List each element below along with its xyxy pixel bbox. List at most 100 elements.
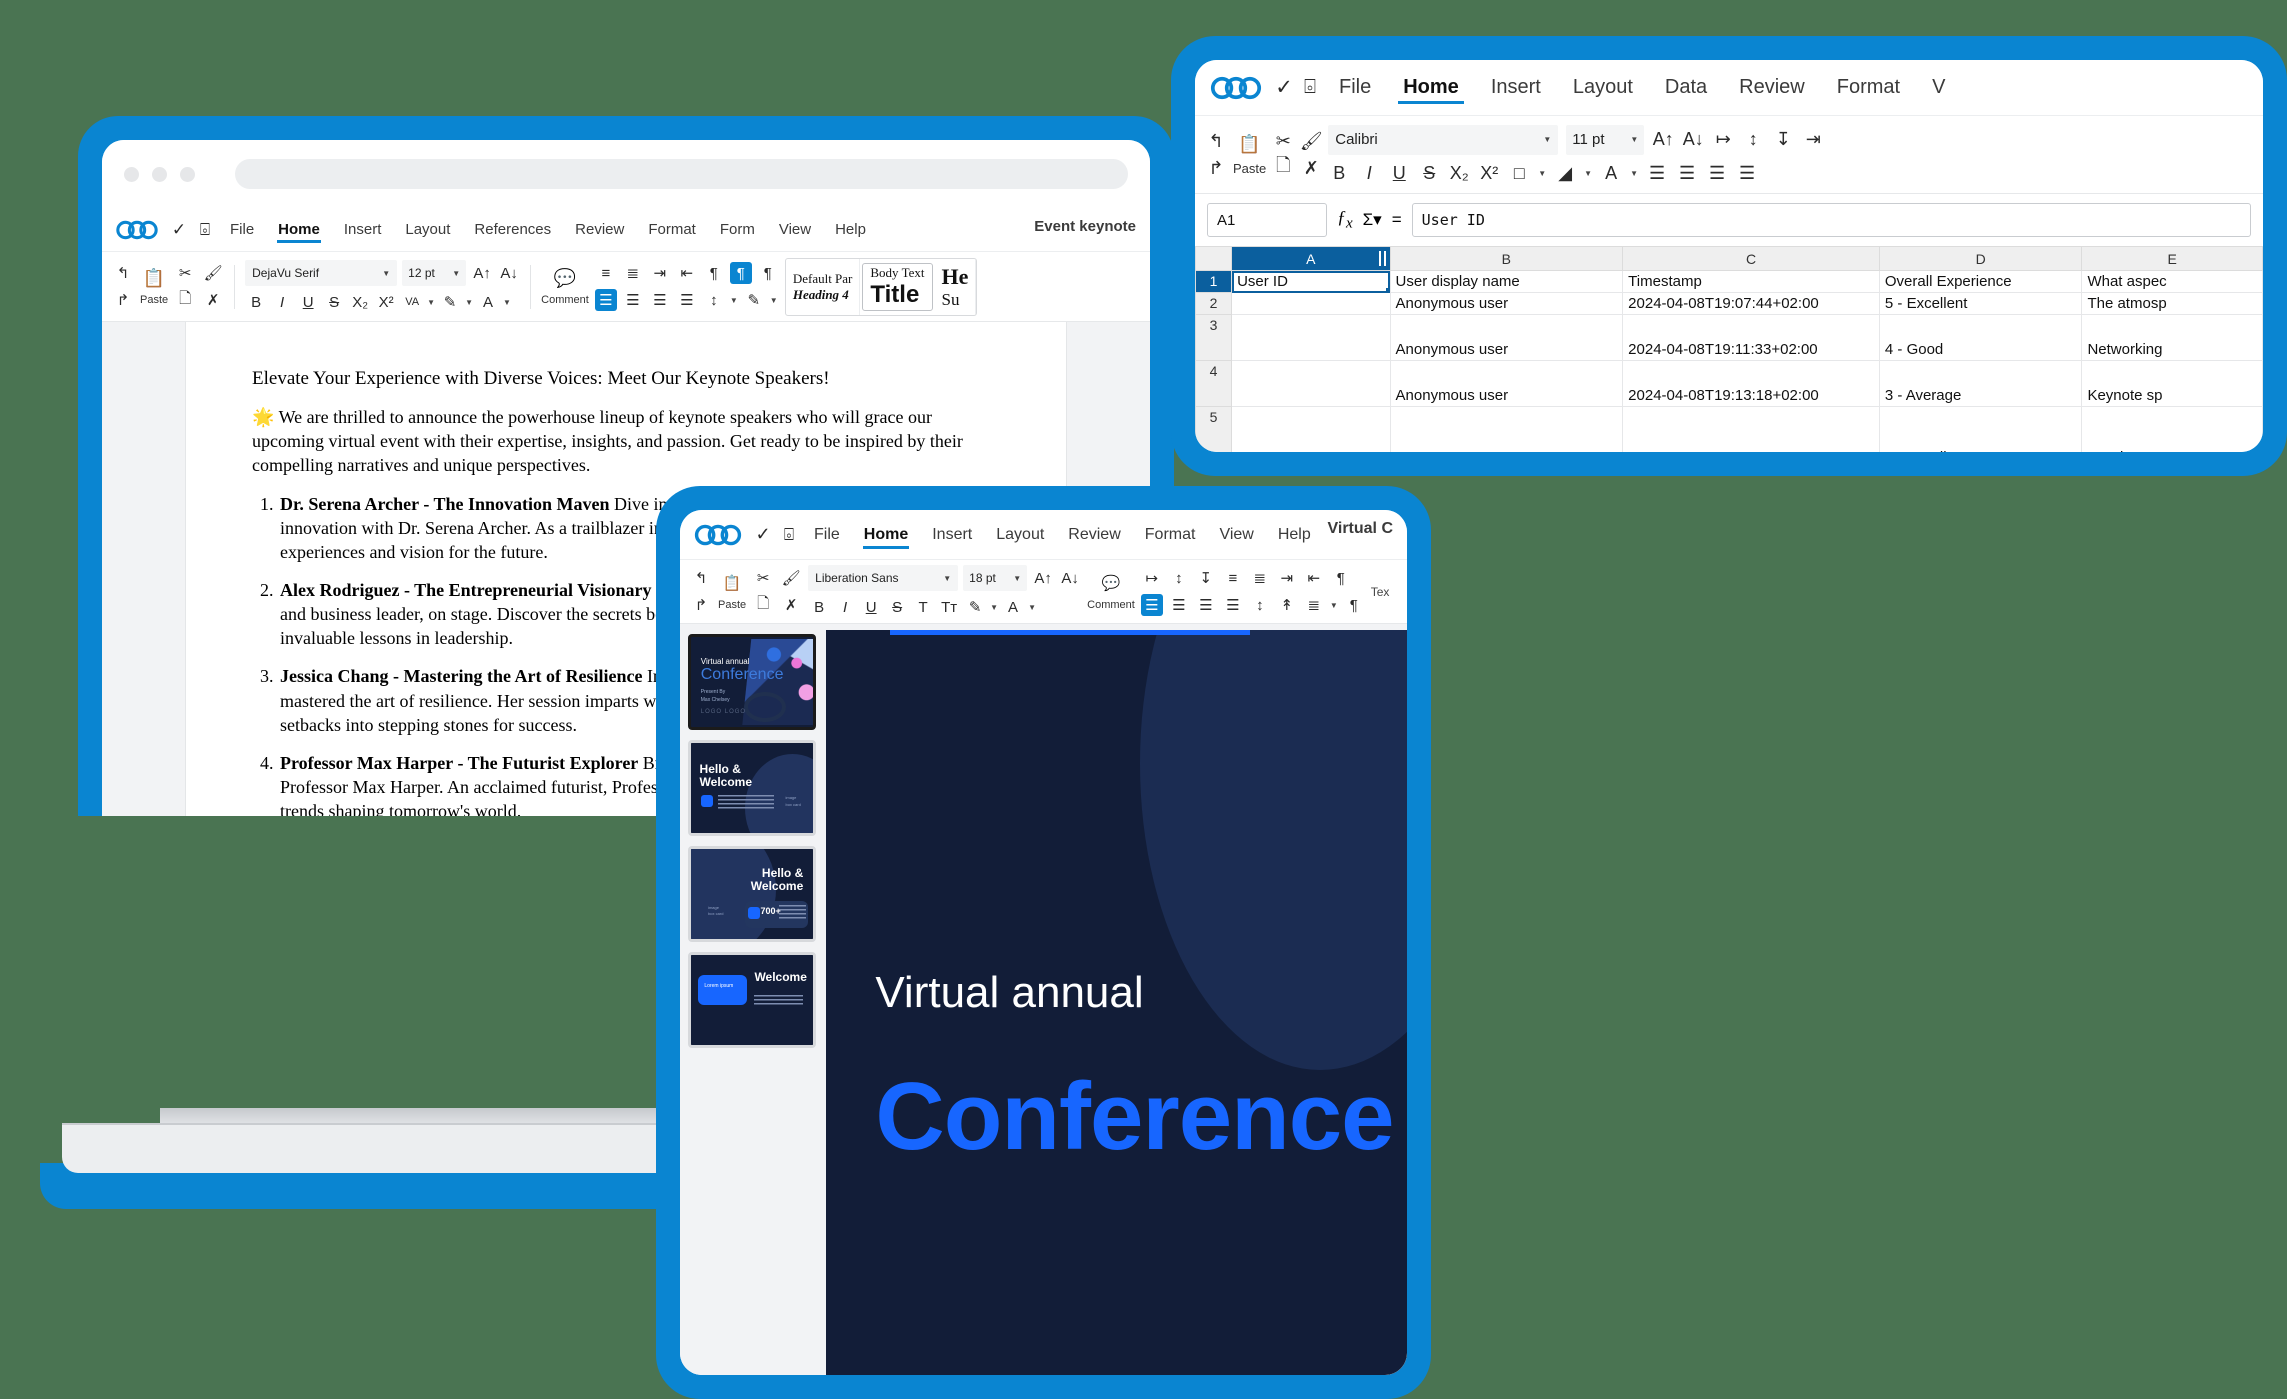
slide-title-big[interactable]: Conference	[875, 1062, 1394, 1172]
calc-menu-insert[interactable]: Insert	[1475, 72, 1557, 103]
writer-menu-review[interactable]: Review	[563, 217, 636, 242]
chevron-down-icon[interactable]: ▼	[1538, 169, 1546, 178]
align-left-icon[interactable]: ☰	[1646, 163, 1668, 185]
subscript-button[interactable]: X₂	[1448, 163, 1470, 185]
writer-menu-insert[interactable]: Insert	[332, 217, 394, 242]
chevron-down-icon[interactable]: ▼	[990, 603, 998, 612]
column-header-d[interactable]: D	[1878, 246, 2083, 271]
scissors-icon[interactable]: ✂	[1272, 130, 1294, 152]
autosum-icon[interactable]: Σ▾	[1363, 210, 1382, 230]
cell-e1[interactable]: What aspec	[2081, 270, 2263, 293]
numbered-list-icon[interactable]: ≣	[1249, 567, 1271, 589]
align-right-icon[interactable]: ☰	[649, 289, 671, 311]
row-header-3[interactable]: 3	[1195, 314, 1233, 361]
bullet-list-icon[interactable]: ≡	[1222, 567, 1244, 589]
scissors-icon[interactable]: ✂	[752, 567, 774, 589]
copy-icon[interactable]: 🗋	[752, 594, 774, 616]
bold-button[interactable]: B	[1328, 163, 1350, 185]
font-color-icon[interactable]: A	[477, 291, 499, 313]
cell-d4[interactable]: 3 - Average	[1878, 360, 2083, 407]
nextcloud-logo[interactable]	[1207, 75, 1265, 101]
impress-menu-help[interactable]: Help	[1266, 522, 1323, 548]
name-box[interactable]: A1	[1207, 203, 1327, 237]
writer-menu-format[interactable]: Format	[636, 217, 708, 242]
window-controls[interactable]	[124, 166, 195, 182]
row-header-5[interactable]: 5	[1195, 406, 1233, 452]
writer-menu-help[interactable]: Help	[823, 217, 878, 242]
close-dot[interactable]	[124, 166, 139, 182]
impress-menu-home[interactable]: Home	[852, 522, 920, 549]
bold-button[interactable]: B	[245, 291, 267, 313]
column-header-c[interactable]: C	[1622, 246, 1880, 271]
address-bar[interactable]	[235, 159, 1128, 189]
row-header-2[interactable]: 2	[1195, 292, 1233, 315]
redo-icon[interactable]: ↱	[1205, 157, 1227, 179]
cell-a3[interactable]	[1231, 314, 1391, 361]
cell-c1[interactable]: Timestamp	[1622, 270, 1880, 293]
cell-c2[interactable]: 2024-04-08T19:07:44+02:00	[1622, 292, 1880, 315]
left-to-right-icon[interactable]: ¶	[729, 262, 752, 284]
copy-icon[interactable]: 🗋	[174, 289, 196, 311]
increase-font-size-icon[interactable]: A↑	[471, 262, 493, 284]
scissors-icon[interactable]: ✂	[174, 262, 196, 284]
function-icon[interactable]: ƒx	[1337, 207, 1353, 233]
borders-icon[interactable]: □	[1508, 163, 1530, 185]
align-justify-icon[interactable]: ☰	[1736, 163, 1758, 185]
align-center-icon[interactable]: ☰	[1168, 594, 1190, 616]
underline-button[interactable]: U	[297, 291, 319, 313]
redo-icon[interactable]: ↱	[690, 594, 712, 616]
align-center-icon[interactable]: ☰	[622, 289, 644, 311]
redo-icon[interactable]: ↱	[112, 289, 134, 311]
paste-icon[interactable]: 📋	[143, 267, 165, 289]
align-justify-icon[interactable]: ☰	[1222, 594, 1244, 616]
chevron-down-icon[interactable]: ▼	[503, 298, 511, 307]
writer-menu-references[interactable]: References	[462, 217, 563, 242]
corner-select-all[interactable]	[1195, 246, 1233, 271]
column-header-e[interactable]: E	[2081, 246, 2263, 271]
style-cell-body-text[interactable]: Body Text Title	[862, 262, 933, 311]
impress-menu-layout[interactable]: Layout	[984, 522, 1056, 548]
strikethrough-button[interactable]: S	[886, 596, 908, 618]
align-justify-icon[interactable]: ☰	[676, 289, 698, 311]
slide-title-small[interactable]: Virtual annual	[875, 968, 1143, 1018]
font-color-icon[interactable]: A	[1600, 163, 1622, 185]
undo-icon[interactable]: ↰	[1205, 130, 1227, 152]
shadow-button[interactable]: T	[912, 596, 934, 618]
slide-panel[interactable]: Virtual annual Conference Present By Max …	[680, 624, 826, 1375]
cell-c3[interactable]: 2024-04-08T19:11:33+02:00	[1622, 314, 1880, 361]
column-splitter-icon[interactable]	[1378, 251, 1386, 266]
slide-thumbnail-3[interactable]: Hello & Welcome image box card 700+	[688, 846, 816, 942]
line-spacing-icon[interactable]: ≣	[1303, 594, 1325, 616]
calc-menu-review[interactable]: Review	[1723, 72, 1821, 103]
increase-font-size-icon[interactable]: A↑	[1652, 129, 1674, 151]
increase-indent-icon[interactable]: ⇥	[1802, 129, 1824, 151]
maximize-dot[interactable]	[180, 166, 195, 182]
current-slide[interactable]: Virtual annual Conference	[826, 630, 1407, 1375]
slide-thumbnail-1[interactable]: Virtual annual Conference Present By Max …	[688, 634, 816, 730]
undo-icon[interactable]: ↰	[112, 262, 134, 284]
chevron-down-icon[interactable]: ▼	[465, 298, 473, 307]
calc-menu-format[interactable]: Format	[1821, 72, 1916, 103]
increase-indent-icon[interactable]: ⇥	[1276, 567, 1298, 589]
open-external-icon[interactable]: ⌻	[1297, 76, 1323, 99]
sheet-grid[interactable]: A B C D E 1 User ID User display name Ti…	[1195, 246, 2263, 452]
cell-b3[interactable]: Anonymous user	[1389, 314, 1624, 361]
chevron-down-icon[interactable]: ▼	[1630, 169, 1638, 178]
font-size-select[interactable]: 12 pt ▼	[402, 260, 467, 286]
checkmark-icon[interactable]: ✓	[1271, 75, 1297, 100]
fill-color-icon[interactable]: ◢	[1554, 163, 1576, 185]
slide-thumbnail-4[interactable]: Lorem ipsum Welcome	[688, 952, 816, 1048]
decrease-font-size-icon[interactable]: A↓	[1682, 129, 1704, 151]
comment-group[interactable]: 💬 Comment	[541, 267, 589, 307]
chevron-down-icon[interactable]: ▼	[1584, 169, 1592, 178]
checkmark-icon[interactable]: ✓	[750, 524, 776, 545]
underline-button[interactable]: U	[860, 596, 882, 618]
align-right-icon[interactable]: ☰	[1195, 594, 1217, 616]
strikethrough-button[interactable]: S	[1418, 163, 1440, 185]
paragraph-direction-icon[interactable]: ¶	[1343, 594, 1365, 616]
writer-menu-view[interactable]: View	[767, 217, 823, 242]
impress-menu-file[interactable]: File	[802, 522, 852, 548]
paste-icon[interactable]: 📋	[1238, 134, 1260, 156]
character-spacing-button[interactable]: VA	[401, 291, 423, 313]
open-external-icon[interactable]: ⌻	[776, 525, 802, 545]
